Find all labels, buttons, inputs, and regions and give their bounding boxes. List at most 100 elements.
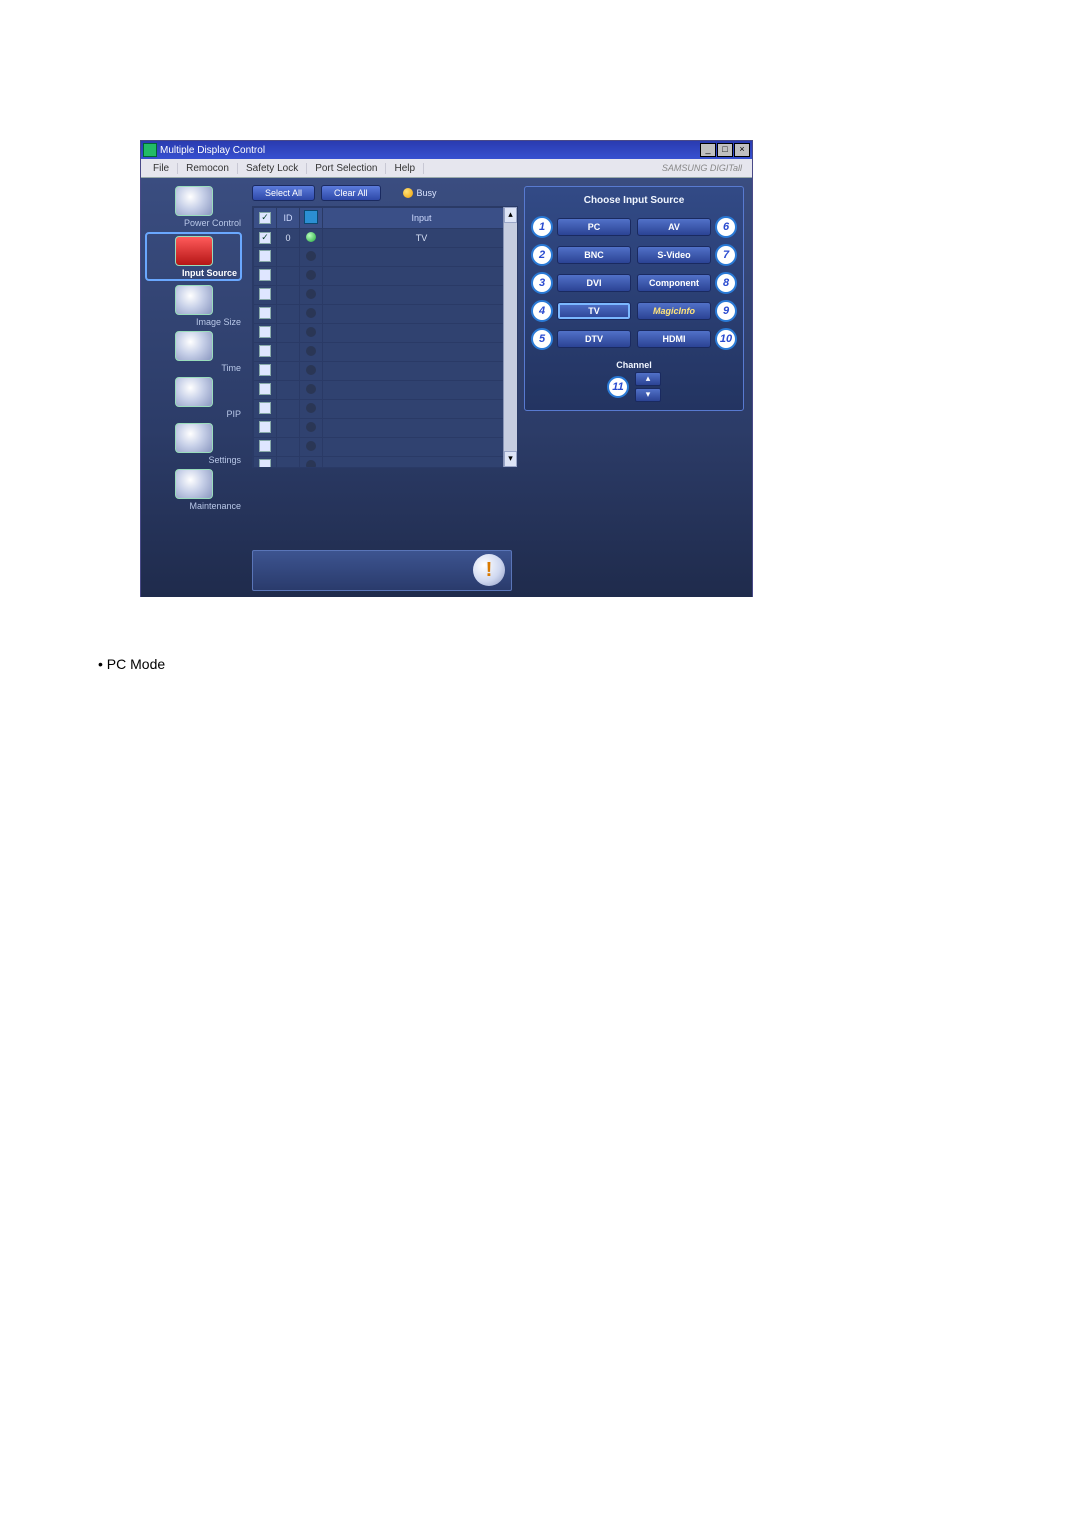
status-led-icon: [306, 289, 316, 299]
sidebar-item-time[interactable]: Time: [145, 331, 242, 373]
row-input: [323, 361, 503, 380]
col-input[interactable]: Input: [323, 207, 503, 228]
source-dvi-button[interactable]: DVI: [557, 274, 631, 292]
row-id: [277, 399, 300, 418]
row-input: [323, 418, 503, 437]
sidebar-item-input-source[interactable]: Input Source: [145, 232, 242, 281]
table-row[interactable]: [254, 380, 503, 399]
grid-scrollbar[interactable]: ▴ ▾: [503, 207, 517, 467]
source-dtv-button[interactable]: DTV: [557, 330, 631, 348]
row-id: [277, 342, 300, 361]
image-size-icon: [175, 285, 213, 315]
title-bar[interactable]: Multiple Display Control _ □ ×: [141, 141, 752, 159]
table-row[interactable]: [254, 342, 503, 361]
busy-label: Busy: [417, 188, 437, 198]
row-input: [323, 323, 503, 342]
menu-help[interactable]: Help: [386, 163, 424, 174]
source-hdmi-button[interactable]: HDMI: [637, 330, 711, 348]
channel-up-button[interactable]: ▴: [635, 372, 661, 386]
source-slot: MagicInfo9: [637, 300, 737, 322]
row-input: [323, 437, 503, 456]
menu-remocon[interactable]: Remocon: [178, 163, 238, 174]
callout-10: 10: [715, 328, 737, 350]
row-id: [277, 380, 300, 399]
source-slot: AV6: [637, 216, 737, 238]
clear-all-button[interactable]: Clear All: [321, 185, 381, 201]
status-led-icon: [306, 460, 316, 467]
source-slot: S-Video7: [637, 244, 737, 266]
source-slot: 2BNC: [531, 244, 631, 266]
table-row[interactable]: [254, 247, 503, 266]
status-strip: !: [252, 550, 512, 591]
channel-label: Channel: [531, 360, 737, 370]
checkbox-icon: [259, 212, 271, 224]
sidebar-item-pip[interactable]: PIP: [145, 377, 242, 419]
sidebar-item-image-size[interactable]: Image Size: [145, 285, 242, 327]
row-input: [323, 247, 503, 266]
menu-safety-lock[interactable]: Safety Lock: [238, 163, 307, 174]
row-checkbox[interactable]: [259, 232, 271, 244]
col-id[interactable]: ID: [277, 207, 300, 228]
brand-label: SAMSUNG DIGITall: [662, 163, 748, 173]
row-id: [277, 437, 300, 456]
source-s-video-button[interactable]: S-Video: [637, 246, 711, 264]
row-id: 0: [277, 228, 300, 247]
row-id: [277, 304, 300, 323]
sidebar-item-settings[interactable]: Settings: [145, 423, 242, 465]
source-bnc-button[interactable]: BNC: [557, 246, 631, 264]
table-row[interactable]: [254, 285, 503, 304]
status-led-icon: [306, 232, 316, 242]
table-row[interactable]: [254, 304, 503, 323]
menu-port-selection[interactable]: Port Selection: [307, 163, 386, 174]
channel-down-button[interactable]: ▾: [635, 388, 661, 402]
sidebar-item-label: Settings: [144, 455, 243, 465]
wrench-icon: [175, 469, 213, 499]
app-icon: [143, 143, 157, 157]
sidebar-item-power-control[interactable]: Power Control: [145, 186, 242, 228]
table-row[interactable]: [254, 266, 503, 285]
table-row[interactable]: [254, 399, 503, 418]
table-row[interactable]: [254, 456, 503, 467]
row-checkbox[interactable]: [259, 307, 271, 319]
row-id: [277, 323, 300, 342]
row-checkbox[interactable]: [259, 402, 271, 414]
row-checkbox[interactable]: [259, 440, 271, 452]
row-id: [277, 418, 300, 437]
col-checkbox[interactable]: [254, 207, 277, 228]
close-button[interactable]: ×: [734, 143, 750, 157]
row-checkbox[interactable]: [259, 383, 271, 395]
scroll-track[interactable]: [504, 223, 517, 451]
row-checkbox[interactable]: [259, 269, 271, 281]
input-source-panel: Choose Input Source 1PCAV62BNCS-Video73D…: [524, 186, 744, 411]
row-checkbox[interactable]: [259, 364, 271, 376]
table-row[interactable]: [254, 361, 503, 380]
select-all-button[interactable]: Select All: [252, 185, 315, 201]
row-checkbox[interactable]: [259, 326, 271, 338]
source-pc-button[interactable]: PC: [557, 218, 631, 236]
source-component-button[interactable]: Component: [637, 274, 711, 292]
row-checkbox[interactable]: [259, 288, 271, 300]
table-row[interactable]: [254, 323, 503, 342]
source-magicinfo-button[interactable]: MagicInfo: [637, 302, 711, 320]
row-checkbox[interactable]: [259, 345, 271, 357]
table-row[interactable]: 0TV: [254, 228, 503, 247]
app-window: Multiple Display Control _ □ × File Remo…: [140, 140, 753, 597]
scroll-up-icon[interactable]: ▴: [504, 207, 517, 223]
row-checkbox[interactable]: [259, 250, 271, 262]
row-checkbox[interactable]: [259, 459, 271, 467]
gear-icon: [175, 423, 213, 453]
source-tv-button[interactable]: TV: [557, 302, 631, 320]
sidebar-item-maintenance[interactable]: Maintenance: [145, 469, 242, 511]
menu-bar: File Remocon Safety Lock Port Selection …: [141, 159, 752, 178]
source-av-button[interactable]: AV: [637, 218, 711, 236]
col-status[interactable]: [300, 207, 323, 228]
maximize-button[interactable]: □: [717, 143, 733, 157]
scroll-down-icon[interactable]: ▾: [504, 451, 517, 467]
table-row[interactable]: [254, 437, 503, 456]
row-checkbox[interactable]: [259, 421, 271, 433]
minimize-button[interactable]: _: [700, 143, 716, 157]
sidebar-item-label: Maintenance: [144, 501, 243, 511]
menu-file[interactable]: File: [145, 163, 178, 174]
status-led-icon: [306, 365, 316, 375]
table-row[interactable]: [254, 418, 503, 437]
